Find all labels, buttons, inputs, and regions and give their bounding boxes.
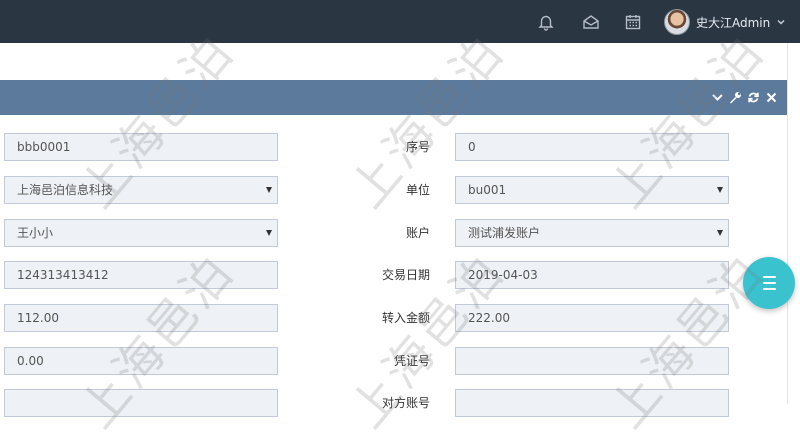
company-value: 上海邑泊信息科技 [17,183,114,197]
page-scrollbar[interactable] [787,43,800,404]
number-input[interactable]: 124313413412 [4,261,278,289]
bell-icon[interactable] [537,13,555,31]
collapse-icon[interactable] [711,91,724,104]
user-menu[interactable]: 史大江Admin [664,8,786,36]
balance-input[interactable]: 0.00 [4,347,278,375]
unit-value: bu001 [468,183,507,197]
label-voucher: 凭证号 [393,354,430,368]
left-extra-input[interactable] [4,389,278,417]
trade-date-value: 2019-04-03 [468,268,538,282]
config-icon[interactable] [729,91,742,104]
account-select[interactable]: 测试浦发账户 [455,219,729,247]
person-select[interactable]: 王小小 [4,219,278,247]
balance-value: 0.00 [17,354,44,368]
menu-icon-bar [763,288,776,290]
unit-select[interactable]: bu001 [455,176,729,204]
menu-icon-bar [763,282,776,284]
select-caret-icon [717,187,723,193]
company-select[interactable]: 上海邑泊信息科技 [4,176,278,204]
out-amount-input[interactable]: 112.00 [4,304,278,332]
calendar-icon[interactable] [624,13,642,31]
top-navbar: 史大江Admin [0,0,800,43]
avatar [664,9,690,35]
label-unit: 单位 [405,183,430,197]
chevron-down-icon [776,17,786,27]
label-account: 账户 [405,226,430,240]
person-value: 王小小 [17,226,54,240]
select-caret-icon [266,230,272,236]
in-amount-value: 222.00 [468,311,510,325]
code-value: bbb0001 [17,140,71,154]
user-name: 史大江Admin [696,15,771,30]
trade-date-input[interactable]: 2019-04-03 [455,261,729,289]
in-amount-input[interactable]: 222.00 [455,304,729,332]
envelope-icon[interactable] [582,13,600,31]
menu-fab-button[interactable] [743,257,795,309]
account-value: 测试浦发账户 [468,226,541,240]
menu-icon-bar [763,276,776,278]
counter-account-input[interactable] [455,389,729,417]
label-serial: 序号 [405,140,430,154]
portlet-header [0,80,787,115]
number-value: 124313413412 [17,268,109,282]
label-counter-account: 对方账号 [381,396,430,410]
remove-icon[interactable] [765,91,778,104]
label-in-amount: 转入金额 [381,311,430,325]
serial-input[interactable]: 0 [455,133,729,161]
code-input[interactable]: bbb0001 [4,133,278,161]
reload-icon[interactable] [747,91,760,104]
serial-value: 0 [468,140,476,154]
label-trade-date: 交易日期 [381,268,430,282]
select-caret-icon [266,187,272,193]
select-caret-icon [717,230,723,236]
out-amount-value: 112.00 [17,311,59,325]
voucher-input[interactable] [455,347,729,375]
